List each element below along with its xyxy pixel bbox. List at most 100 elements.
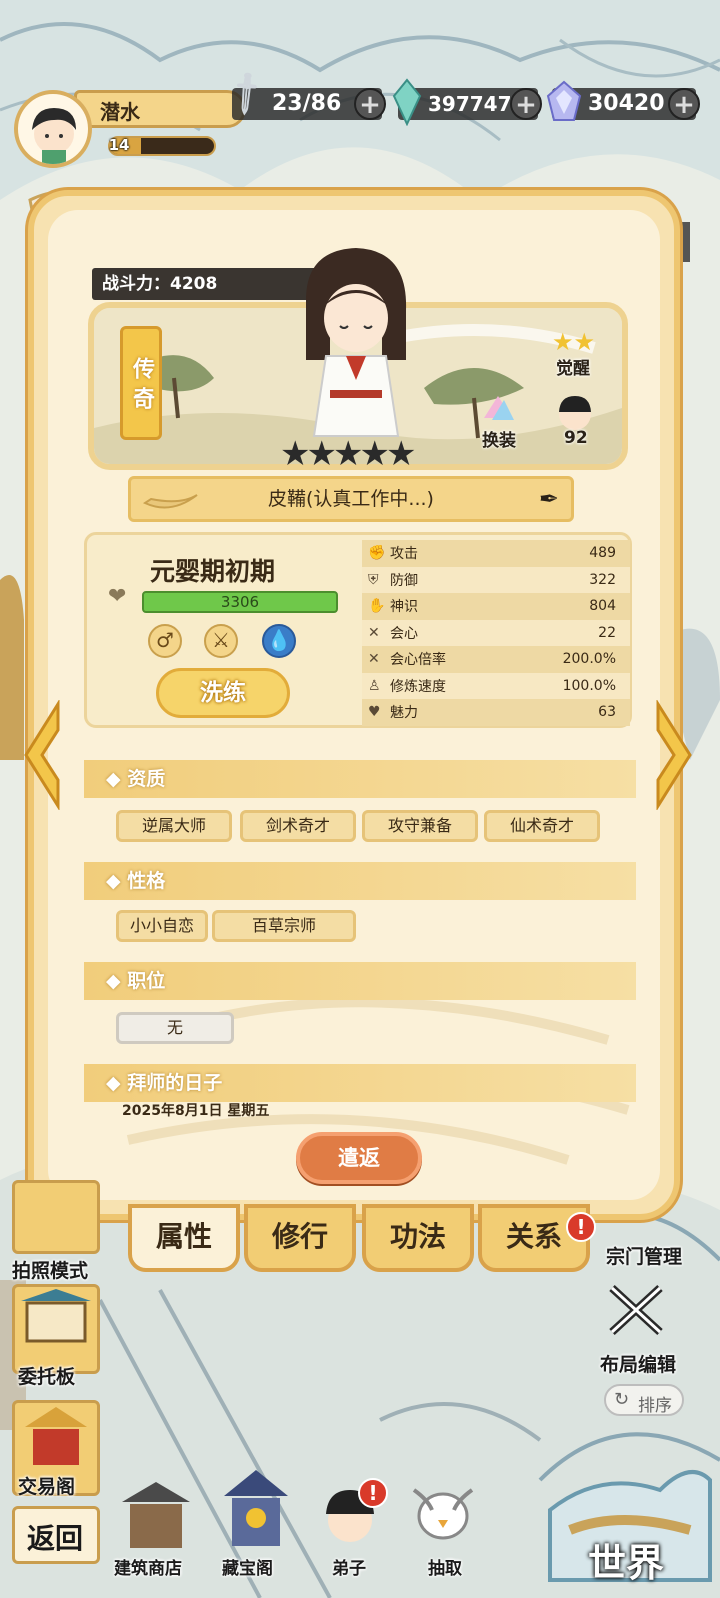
shop-icon [122,1482,190,1548]
add-stamina-button[interactable]: + [354,88,386,120]
world-button[interactable]: 世界 [540,1430,716,1590]
stat-row-defense: ⛨ 防御 322 [362,566,630,593]
tab-attributes[interactable]: 属性 [128,1204,240,1272]
heart-icon: ❤ [108,584,127,609]
stat-row-attack: ✊ 攻击 489 [362,540,630,567]
outfit-icon [484,396,514,420]
star-icon: ★ [280,434,311,474]
aptitude-header: ◆ 资质 [84,760,636,798]
draw-button[interactable] [408,1470,478,1550]
photo-mode-label: 拍照模式 [12,1260,89,1282]
character-sprite [286,240,426,440]
star-icon: ★ [359,434,390,474]
bird-icon [412,1488,474,1540]
back-label: 返回 [27,1522,84,1555]
treasure-icon [224,1470,288,1546]
stat-value: 489 [589,545,616,562]
move-arrows-icon [609,1285,663,1335]
fist-icon: ✊ [368,545,386,562]
affection-button[interactable]: 92 [556,394,606,454]
stat-label: 神识 [390,599,418,616]
stat-label: 修炼速度 [390,678,446,695]
sort-label: 排序 [638,1396,672,1416]
male-gender-icon: ♂ [148,624,182,658]
refine-button[interactable]: 洗练 [156,668,290,718]
aptitude-tag[interactable]: 剑术奇才 [240,810,356,842]
aptitude-tag[interactable]: 逆属大师 [116,810,232,842]
stats-table: ✊ 攻击 489 ⛨ 防御 322 ✋ 神识 804 ✕ 会心 22 ✕ 会心倍… [362,540,630,726]
outfit-button[interactable]: 换装 [478,392,534,452]
stat-row-spirit: ✋ 神识 804 [362,593,630,620]
awaken-label: 觉醒 [556,359,590,379]
shield-icon: ⛨ [368,571,379,588]
stat-label: 会心倍率 [390,652,446,669]
board-icon [21,1289,91,1343]
star-icon: ★ [306,434,337,474]
stat-value: 322 [589,571,616,588]
trading-pavilion-label: 交易阁 [18,1476,76,1498]
player-level: 14 [108,136,130,154]
chevron-right-icon [656,698,692,812]
stat-row-crit: ✕ 会心 22 [362,619,630,646]
layout-edit-label: 布局编辑 [600,1354,677,1376]
stat-label: 魅力 [390,705,418,722]
water-element-icon: 💧 [262,624,296,658]
commission-board-label: 委托板 [18,1366,76,1388]
player-name: 潜水 [100,100,140,124]
hp-bar: 3306 [142,591,338,613]
player-card[interactable]: 潜水 14 [14,90,246,168]
heart-icon: ♥ [368,704,381,721]
crit-icon: ✕ [368,651,380,668]
cultivation-realm: 元婴期初期 [150,557,276,586]
tab-cultivation[interactable]: 修行 [244,1204,356,1272]
position-tag[interactable]: 无 [116,1012,234,1044]
sort-button[interactable]: ↻ 排序 [604,1384,684,1416]
personality-tag[interactable]: 小小自恋 [116,910,208,942]
apprentice-date-header: ◆ 拜师的日子 [84,1064,636,1102]
sword-element-icon: ⚔ [204,624,238,658]
stat-label: 防御 [390,572,418,589]
draw-label: 抽取 [428,1559,462,1579]
refresh-icon: ↻ [614,1389,630,1410]
stat-value: 22 [598,624,616,641]
outfit-label: 换装 [482,431,516,451]
sect-management-label[interactable]: 宗门管理 [606,1242,682,1269]
star-icon: ★ [385,434,417,474]
treasure-pavilion-label: 藏宝阁 [222,1559,273,1579]
commission-board-button[interactable] [12,1284,100,1374]
aptitude-tag[interactable]: 仙术奇才 [484,810,600,842]
crystal-icon [546,80,582,121]
crystal-counter: 30420 + [546,80,700,121]
player-avatar[interactable] [14,90,92,168]
add-jade-button[interactable]: + [510,88,542,120]
next-character-button[interactable] [654,698,694,812]
add-crystal-button[interactable]: + [668,88,700,120]
treasure-pavilion-button[interactable] [216,1466,296,1550]
disciples-alert-badge: ! [358,1478,388,1508]
relations-alert-badge: ! [566,1212,596,1242]
tab-techniques[interactable]: 功法 [362,1204,474,1272]
stamina-counter: 🗡 23/86 + [221,68,386,120]
brush-icon[interactable]: ✒ [539,485,559,513]
stat-label: 会心 [390,625,418,642]
building-shop-button[interactable] [118,1476,194,1552]
aptitude-tag[interactable]: 攻守兼备 [362,810,478,842]
star-rating: ★★★★★ [280,434,417,474]
awaken-button[interactable]: ★★ 觉醒 [546,328,606,379]
stat-value: 100.0% [562,677,616,694]
stat-value: 804 [589,598,616,615]
work-status-bar[interactable]: 皮鞴(认真工作中...) ✒ [128,476,574,522]
photo-mode-button[interactable] [12,1180,100,1254]
previous-character-button[interactable] [22,698,62,812]
dismiss-button[interactable]: 遣返 [296,1132,422,1184]
star-icon: ★★ [552,328,596,356]
cross-swords-icon: ✕ [368,624,380,641]
layout-edit-button[interactable] [606,1282,686,1342]
meditate-icon: ♙ [368,677,381,694]
disciples-label: 弟子 [332,1559,366,1579]
star-icon: ★ [332,434,364,474]
back-button[interactable]: 返回 [12,1506,100,1564]
personality-tag[interactable]: 百草宗师 [212,910,356,942]
position-header: ◆ 职位 [84,962,636,1000]
jade-icon [392,78,422,126]
